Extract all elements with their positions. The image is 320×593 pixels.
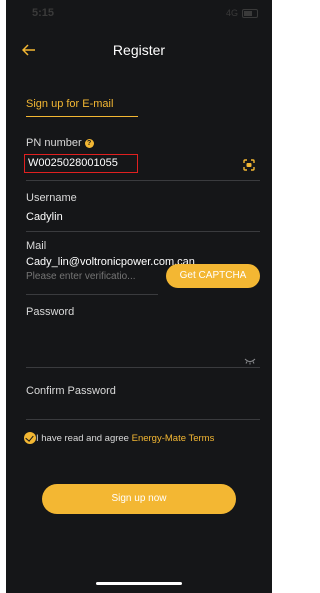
scan-icon <box>243 159 255 171</box>
verification-divider <box>26 294 158 295</box>
battery-icon <box>242 9 258 18</box>
password-label: Password <box>26 306 75 318</box>
verification-code-input[interactable] <box>26 269 156 283</box>
confirm-password-label: Confirm Password <box>26 385 116 397</box>
pn-number-label: PN number? <box>26 137 94 149</box>
tab-underline <box>26 116 138 117</box>
pn-divider <box>26 180 260 181</box>
help-icon[interactable]: ? <box>84 139 94 148</box>
terms-link[interactable]: Energy-Mate Terms <box>132 433 215 444</box>
username-field[interactable]: Cadylin <box>26 211 63 223</box>
eye-closed-icon <box>244 358 256 365</box>
agreement-text: I have read and agree <box>36 433 129 444</box>
confirm-password-divider <box>26 419 260 420</box>
signal-indicator: 4G <box>225 8 238 18</box>
mail-label: Mail <box>26 240 47 252</box>
tab-email-signup[interactable]: Sign up for E-mail <box>26 98 113 110</box>
scan-button[interactable] <box>243 158 255 171</box>
pn-number-field[interactable]: W0025028001055 <box>24 154 138 173</box>
status-bar: 5:15 4G <box>6 0 272 30</box>
sign-up-button[interactable]: Sign up now <box>42 484 236 514</box>
checkbox-checked-icon[interactable] <box>24 432 36 444</box>
username-label: Username <box>26 192 77 204</box>
username-divider <box>26 231 260 232</box>
phone-screen: 5:15 4G Register Sign up for E-mail PN n… <box>6 0 272 593</box>
password-divider <box>26 367 260 368</box>
home-indicator <box>96 582 182 585</box>
header: Register <box>6 38 272 64</box>
page-title: Register <box>112 42 166 58</box>
pn-number-value: W0025028001055 <box>28 157 118 169</box>
status-time: 5:15 <box>32 7 55 19</box>
password-visibility-toggle[interactable] <box>244 352 256 365</box>
get-captcha-button[interactable]: Get CAPTCHA <box>166 264 260 288</box>
agreement-row: I have read and agree Energy-Mate Terms <box>24 432 214 446</box>
pn-number-label-text: PN number <box>26 137 82 149</box>
